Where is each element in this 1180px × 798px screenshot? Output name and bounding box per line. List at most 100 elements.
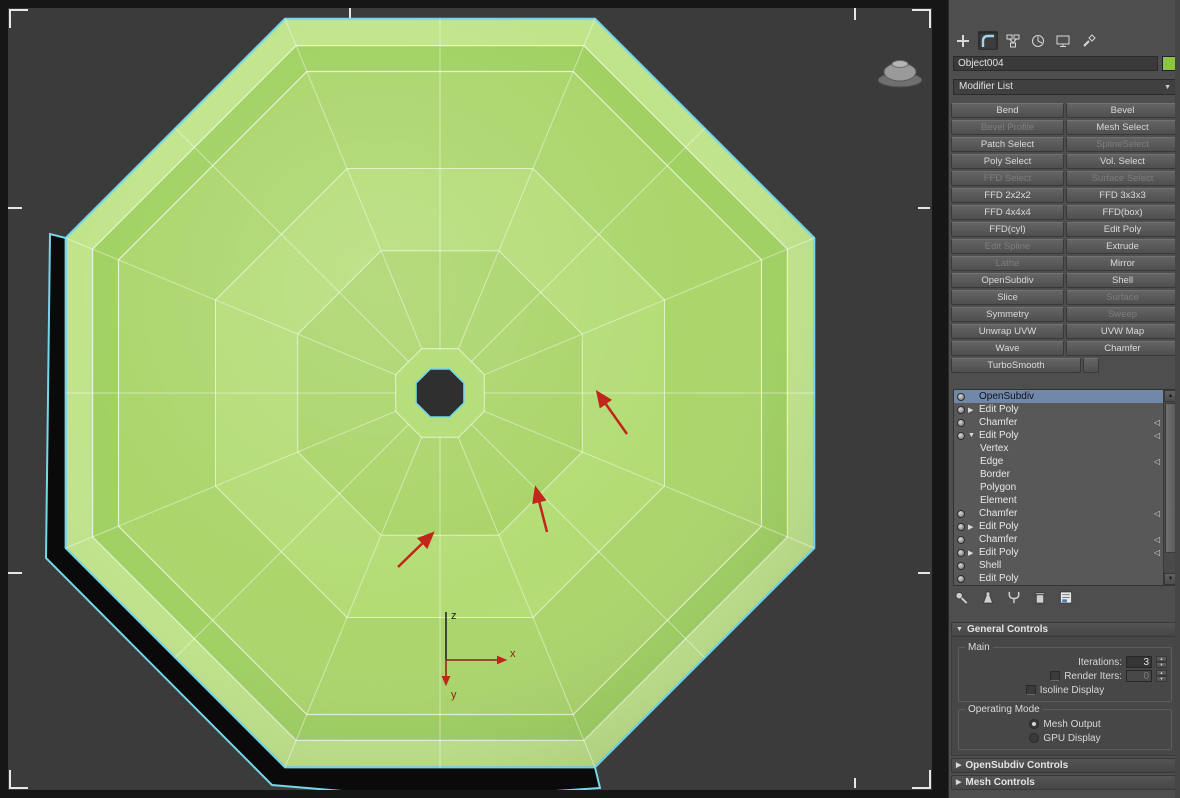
stack-subobject-edge[interactable]: Edge ◁ <box>954 455 1163 468</box>
gpu-display-radio[interactable] <box>1029 733 1040 743</box>
rollout-open-icon: ▼ <box>956 626 963 633</box>
modifier-button-surface-select[interactable]: Surface Select <box>1066 171 1179 186</box>
render-iters-spinner[interactable]: ▲ ▼ <box>1156 670 1167 682</box>
rollout-header-general-controls[interactable]: ▼ General Controls <box>951 622 1179 637</box>
visibility-toggle-icon[interactable] <box>957 405 965 414</box>
stack-item-edit-poly[interactable]: Edit Poly <box>954 572 1163 585</box>
modifier-button-ffd-3x3x3[interactable]: FFD 3x3x3 <box>1066 188 1179 203</box>
visibility-toggle-icon[interactable] <box>957 509 965 518</box>
visibility-toggle-icon[interactable] <box>957 574 965 583</box>
modifier-button-lathe[interactable]: Lathe <box>951 256 1064 271</box>
modifier-flag-icon: ◁ <box>1153 509 1160 518</box>
make-unique-icon[interactable] <box>1005 590 1023 605</box>
visibility-toggle-icon[interactable] <box>957 561 965 570</box>
render-iters-field[interactable]: 0 <box>1126 670 1152 682</box>
modifier-button-shell[interactable]: Shell <box>1066 273 1179 288</box>
stack-item-opensubdiv[interactable]: OpenSubdiv <box>954 390 1163 403</box>
panel-scroll-strip[interactable] <box>1175 0 1180 798</box>
visibility-toggle-icon[interactable] <box>957 418 965 427</box>
modifier-button-patch-select[interactable]: Patch Select <box>951 137 1064 152</box>
remove-modifier-icon[interactable] <box>1031 590 1049 605</box>
stack-subobject-vertex[interactable]: Vertex <box>954 442 1163 455</box>
stack-subobject-element[interactable]: Element <box>954 494 1163 507</box>
stack-item-shell[interactable]: Shell <box>954 559 1163 572</box>
show-end-result-icon[interactable] <box>979 590 997 605</box>
modifier-stack: OpenSubdiv ▶ Edit Poly Chamfer ◁ ▼ Edit Pol… <box>953 389 1177 586</box>
visibility-toggle-icon[interactable] <box>957 548 965 557</box>
viewport[interactable]: z x y <box>8 8 932 798</box>
tab-modify[interactable] <box>978 31 998 50</box>
modifier-button-splineselect[interactable]: SplineSelect <box>1066 137 1179 152</box>
modifier-button-ffd-2x2x2[interactable]: FFD 2x2x2 <box>951 188 1064 203</box>
collapse-icon[interactable]: ▼ <box>968 432 976 439</box>
object-name-field[interactable]: Object004 <box>953 56 1158 71</box>
visibility-toggle-icon[interactable] <box>957 392 965 401</box>
visibility-toggle-icon[interactable] <box>957 522 965 531</box>
mesh-output-label: Mesh Output <box>1043 718 1101 730</box>
tab-hierarchy[interactable] <box>1003 31 1023 50</box>
modifier-button-wave[interactable]: Wave <box>951 341 1064 356</box>
stack-item-edit-poly[interactable]: ▶ Edit Poly <box>954 520 1163 533</box>
gpu-display-label: GPU Display <box>1043 732 1101 744</box>
modifier-button-ffd-cyl[interactable]: FFD(cyl) <box>951 222 1064 237</box>
tab-utilities[interactable] <box>1078 31 1098 50</box>
configure-modifier-sets-icon[interactable] <box>1057 590 1075 605</box>
stack-item-chamfer[interactable]: Chamfer ◁ <box>954 533 1163 546</box>
visibility-toggle-icon[interactable] <box>957 431 965 440</box>
axis-y-label: y <box>451 689 457 701</box>
expand-icon[interactable]: ▶ <box>968 549 976 557</box>
stack-subobject-polygon[interactable]: Polygon <box>954 481 1163 494</box>
modifier-button-bend[interactable]: Bend <box>951 103 1064 118</box>
command-panel-tabs <box>953 31 1098 50</box>
stack-item-edit-poly[interactable]: ▼ Edit Poly ◁ <box>954 429 1163 442</box>
modifier-list-dropdown[interactable]: Modifier List ▼ <box>953 79 1177 95</box>
stack-item-edit-poly[interactable]: ▶ Edit Poly <box>954 403 1163 416</box>
group-main-label: Main <box>968 642 990 653</box>
iterations-spinner[interactable]: ▲ ▼ <box>1156 656 1167 668</box>
modifier-button-edit-spline[interactable]: Edit Spline <box>951 239 1064 254</box>
modifier-button-mirror[interactable]: Mirror <box>1066 256 1179 271</box>
tab-display[interactable] <box>1053 31 1073 50</box>
modifier-button-extrude[interactable]: Extrude <box>1066 239 1179 254</box>
mesh-object[interactable] <box>64 17 816 769</box>
modifier-button-edit-poly[interactable]: Edit Poly <box>1066 222 1179 237</box>
modifier-button-mesh-select[interactable]: Mesh Select <box>1066 120 1179 135</box>
modifier-button-vol-select[interactable]: Vol. Select <box>1066 154 1179 169</box>
stack-subobject-border[interactable]: Border <box>954 468 1163 481</box>
isoline-display-checkbox[interactable] <box>1025 685 1036 695</box>
modifier-button-ffd-select[interactable]: FFD Select <box>951 171 1064 186</box>
modifier-button-poly-select[interactable]: Poly Select <box>951 154 1064 169</box>
pin-stack-icon[interactable] <box>953 590 971 605</box>
render-iters-checkbox[interactable] <box>1050 671 1061 681</box>
mesh-output-radio[interactable] <box>1029 719 1040 729</box>
modifier-button-slice[interactable]: Slice <box>951 290 1064 305</box>
modifier-button-sweep[interactable]: Sweep <box>1066 307 1179 322</box>
modifier-button-ffd-box[interactable]: FFD(box) <box>1066 205 1179 220</box>
modifier-button-turbosmooth[interactable]: TurboSmooth <box>951 358 1081 373</box>
iterations-field[interactable]: 3 <box>1126 656 1152 668</box>
expand-icon[interactable]: ▶ <box>968 406 976 414</box>
expand-icon[interactable]: ▶ <box>968 523 976 531</box>
iterations-label: Iterations: <box>1078 656 1122 668</box>
modifier-button-surface[interactable]: Surface <box>1066 290 1179 305</box>
modifier-button-unwrap-uvw[interactable]: Unwrap UVW <box>951 324 1064 339</box>
hierarchy-tab-icon <box>1006 34 1020 47</box>
stack-item-chamfer[interactable]: Chamfer ◁ <box>954 507 1163 520</box>
modifier-set-config-button[interactable] <box>1083 358 1099 373</box>
modifier-button-chamfer[interactable]: Chamfer <box>1066 341 1179 356</box>
visibility-toggle-icon[interactable] <box>957 535 965 544</box>
distant-object[interactable] <box>877 60 923 88</box>
modifier-button-bevel[interactable]: Bevel <box>1066 103 1179 118</box>
tab-motion[interactable] <box>1028 31 1048 50</box>
modifier-button-bevel-profile[interactable]: Bevel Profile <box>951 120 1064 135</box>
modifier-button-uvw-map[interactable]: UVW Map <box>1066 324 1179 339</box>
tab-create[interactable] <box>953 31 973 50</box>
modifier-button-symmetry[interactable]: Symmetry <box>951 307 1064 322</box>
stack-item-chamfer[interactable]: Chamfer ◁ <box>954 416 1163 429</box>
rollout-header-opensubdiv-controls[interactable]: ▶ OpenSubdiv Controls <box>951 758 1179 773</box>
group-operating-mode-label: Operating Mode <box>968 704 1040 715</box>
stack-item-edit-poly[interactable]: ▶ Edit Poly ◁ <box>954 546 1163 559</box>
rollout-header-mesh-controls[interactable]: ▶ Mesh Controls <box>951 775 1179 790</box>
modifier-button-opensubdiv[interactable]: OpenSubdiv <box>951 273 1064 288</box>
modifier-button-ffd-4x4x4[interactable]: FFD 4x4x4 <box>951 205 1064 220</box>
